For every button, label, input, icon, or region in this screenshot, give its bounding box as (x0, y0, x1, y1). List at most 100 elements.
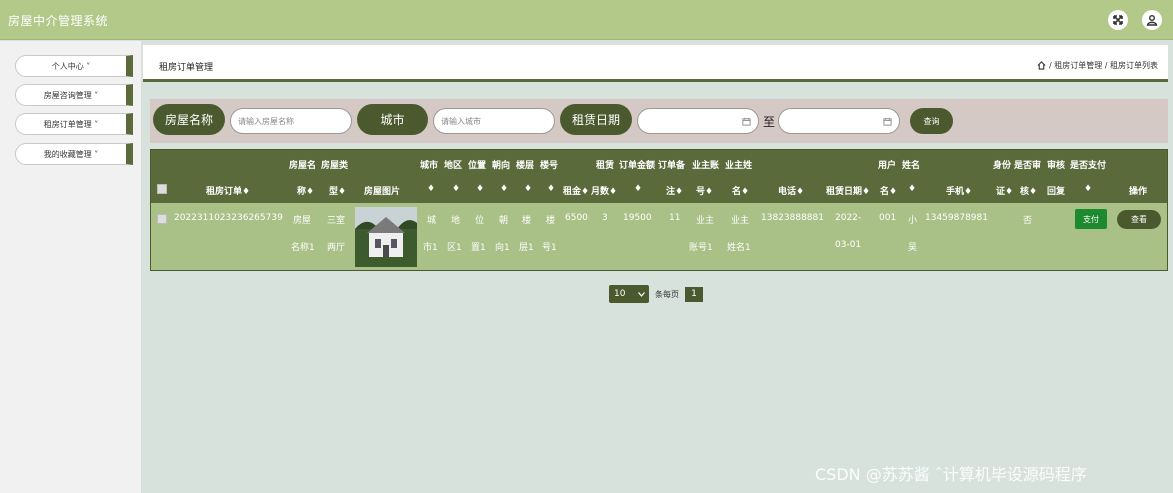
col-months[interactable]: 月数♦ (591, 184, 617, 197)
col-building-line1: 楼号 (540, 161, 559, 171)
house-name-label: 房屋名称 (153, 104, 225, 135)
col-city[interactable]: ♦ (427, 184, 435, 194)
cell-mobile: 13459878981 (925, 213, 988, 223)
col-username-line1: 用户 (878, 161, 897, 171)
col-house-name-line1: 房屋名 (289, 161, 317, 171)
col-house-type[interactable]: 型♦ (329, 184, 346, 197)
house-image[interactable] (355, 207, 417, 267)
cell-orientation-line1: 朝 (499, 216, 509, 226)
cell-floor-line1: 楼 (522, 216, 532, 226)
col-location[interactable]: ♦ (476, 184, 484, 194)
col-username[interactable]: 名♦ (880, 184, 897, 197)
col-audit[interactable]: 核♦ (1020, 184, 1037, 197)
cell-house-name-line1: 房屋 (293, 216, 312, 226)
col-mobile[interactable]: 手机♦ (946, 184, 972, 197)
cell-phone: 13823888881 (761, 213, 824, 223)
view-button[interactable]: 查看 (1117, 210, 1161, 229)
user-button[interactable] (1142, 10, 1162, 30)
col-remark[interactable]: 注♦ (666, 184, 683, 197)
table-row: 2022311023236265739 房屋 名称1 三室 两厅 城 市1 地 … (151, 203, 1167, 270)
cell-amount: 19500 (623, 213, 652, 223)
sidebar-item-rental-orders[interactable]: 租房订单管理 ˅ (15, 113, 133, 135)
sidebar-item-favorites[interactable]: 我的收藏管理 ˅ (15, 143, 133, 165)
table-header: 租房订单♦ 房屋名 称♦ 房屋类 型♦ 房屋图片 城市 ♦ 地区 ♦ 位置 ♦ … (151, 150, 1167, 203)
fullscreen-button[interactable] (1108, 10, 1128, 30)
col-fullname[interactable]: ♦ (908, 184, 916, 194)
col-orientation[interactable]: ♦ (500, 184, 508, 194)
city-input[interactable]: 请输入城市 (433, 108, 555, 134)
content-header: 租房订单管理 / 租房订单管理 / 租房订单列表 (143, 45, 1168, 82)
date-range-separator: 至 (763, 115, 776, 129)
col-building[interactable]: ♦ (547, 184, 555, 194)
cell-fullname-line1: 小 (908, 216, 918, 226)
rent-date-start-input[interactable] (637, 108, 759, 134)
col-floor-line1: 楼层 (516, 161, 535, 171)
search-bar: 房屋名称 请输入房屋名称 城市 请输入城市 租赁日期 至 查询 (150, 99, 1168, 143)
col-owner-account[interactable]: 号♦ (696, 184, 713, 197)
watermark: CSDN @苏苏酱 ˆ计算机毕设源码程序 (815, 465, 1087, 484)
col-order-no[interactable]: 租房订单♦ (206, 184, 250, 197)
cell-floor-line2: 层1 (519, 243, 534, 253)
orders-table: 租房订单♦ 房屋名 称♦ 房屋类 型♦ 房屋图片 城市 ♦ 地区 ♦ 位置 ♦ … (150, 149, 1168, 271)
sidebar-item-personal-center[interactable]: 个人中心 ˅ (15, 55, 133, 77)
row-checkbox[interactable] (157, 214, 167, 224)
page-size-value: 10 (614, 289, 626, 299)
fullscreen-icon (1113, 15, 1123, 25)
col-amount-line2: 订单金额 (619, 161, 656, 171)
col-orientation-line1: 朝向 (492, 161, 511, 171)
pay-button[interactable]: 支付 (1075, 209, 1107, 229)
col-amount-line1: 租赁 (596, 161, 615, 171)
page-number-button[interactable]: 1 (685, 286, 703, 302)
cell-rent: 6500 (565, 213, 588, 223)
col-floor[interactable]: ♦ (524, 184, 532, 194)
col-actions: 操作 (1129, 187, 1148, 197)
cell-fullname-line2: 吴 (908, 243, 918, 253)
house-name-input[interactable]: 请输入房屋名称 (230, 108, 352, 134)
col-house-name[interactable]: 称♦ (297, 184, 314, 197)
chevron-down-icon (638, 291, 645, 297)
col-district-line1: 地区 (444, 161, 463, 171)
col-id-card[interactable]: 证♦ (996, 184, 1013, 197)
col-rent[interactable]: 租金♦ (563, 184, 589, 197)
cell-house-name-line2: 名称1 (291, 243, 315, 253)
select-all-checkbox[interactable] (157, 184, 167, 194)
col-phone[interactable]: 电话♦ (778, 184, 804, 197)
query-button[interactable]: 查询 (910, 108, 953, 134)
col-owner-name[interactable]: 名♦ (732, 184, 749, 197)
col-amount[interactable]: ♦ (634, 184, 642, 194)
cell-owner-name-line1: 业主 (731, 216, 750, 226)
col-paid[interactable]: ♦ (1084, 184, 1092, 194)
col-fullname-line1: 姓名 (902, 161, 921, 171)
user-icon (1146, 15, 1158, 26)
col-district[interactable]: ♦ (452, 184, 460, 194)
cell-owner-name-line2: 姓名1 (727, 243, 751, 253)
col-house-type-line1: 房屋类 (321, 161, 349, 171)
col-house-image: 房屋图片 (364, 187, 401, 197)
page-size-select[interactable]: 10 (609, 285, 649, 303)
col-audit-line1: 是否审 (1014, 161, 1042, 171)
calendar-icon (883, 117, 892, 126)
col-owner-name-line1: 业主姓 (725, 161, 753, 171)
cell-house-type-line1: 三室 (327, 216, 346, 226)
cell-district-line1: 地 (451, 216, 461, 226)
sidebar-item-house-inquiry[interactable]: 房屋咨询管理 ˅ (15, 84, 133, 106)
col-id-card-line1: 身份 (993, 161, 1012, 171)
breadcrumb-text: / 租房订单管理 / 租房订单列表 (1048, 61, 1158, 70)
cell-house-type-line2: 两厅 (327, 243, 346, 253)
top-bar: 房屋中介管理系统 (0, 0, 1173, 40)
cell-orientation-line2: 向1 (495, 243, 510, 253)
page-title: 租房订单管理 (159, 63, 214, 73)
cell-location-line1: 位 (475, 216, 485, 226)
cell-order-no: 2022311023236265739 (174, 213, 283, 223)
cell-district-line2: 区1 (447, 243, 462, 253)
col-owner-account-line1: 业主账 (692, 161, 720, 171)
cell-remark: 11 (669, 213, 681, 223)
col-rent-date[interactable]: 租赁日期♦ (826, 184, 870, 197)
house-photo (355, 207, 417, 267)
home-icon[interactable] (1037, 61, 1046, 70)
cell-rent-date-line2: 03-01 (835, 240, 862, 250)
cell-location-line2: 置1 (471, 243, 486, 253)
pagination: 10 条每页 1 (609, 285, 703, 303)
cell-username: 001 (879, 213, 897, 223)
rent-date-end-input[interactable] (778, 108, 900, 134)
